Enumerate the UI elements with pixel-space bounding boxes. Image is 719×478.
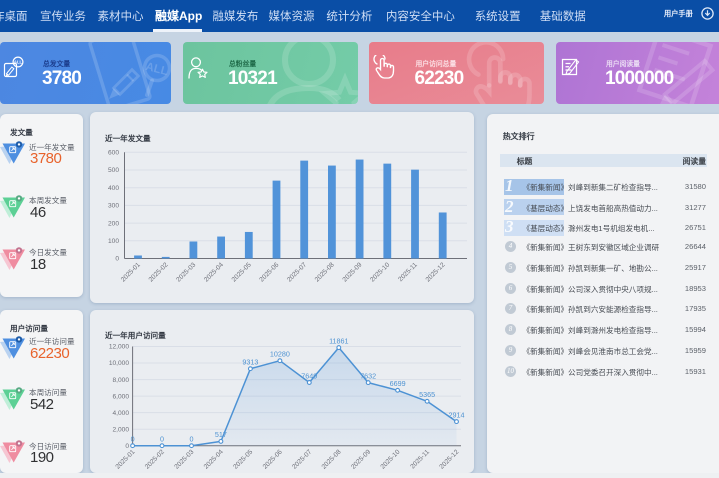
svg-text:2025-01: 2025-01 [114, 448, 136, 470]
svg-text:2025-06: 2025-06 [262, 448, 284, 470]
svg-text:2025-03: 2025-03 [175, 261, 197, 283]
svg-text:2025-08: 2025-08 [314, 261, 336, 283]
svg-text:0: 0 [190, 435, 194, 444]
svg-text:400: 400 [108, 185, 119, 192]
svg-text:2,000: 2,000 [112, 426, 129, 433]
svg-text:2025-12: 2025-12 [438, 448, 460, 470]
svg-text:517: 517 [215, 430, 227, 439]
svg-text:2025-09: 2025-09 [350, 448, 372, 470]
svg-text:11861: 11861 [329, 336, 348, 345]
svg-text:0: 0 [131, 435, 135, 444]
svg-text:500: 500 [108, 167, 119, 174]
svg-text:2025-10: 2025-10 [379, 448, 401, 470]
svg-text:2025-09: 2025-09 [341, 261, 363, 283]
svg-text:2025-11: 2025-11 [397, 261, 419, 283]
svg-text:300: 300 [108, 203, 119, 210]
svg-text:2025-04: 2025-04 [203, 448, 225, 470]
svg-text:2025-11: 2025-11 [409, 448, 431, 470]
svg-text:0: 0 [115, 256, 119, 263]
svg-text:12,000: 12,000 [109, 344, 130, 351]
svg-text:6,000: 6,000 [112, 393, 129, 400]
svg-text:2025-12: 2025-12 [425, 261, 447, 283]
svg-text:2025-10: 2025-10 [369, 261, 391, 283]
svg-text:10280: 10280 [270, 350, 290, 359]
svg-text:2025-04: 2025-04 [203, 261, 225, 283]
svg-text:0: 0 [160, 435, 164, 444]
svg-text:0: 0 [125, 443, 129, 450]
svg-text:2914: 2914 [449, 410, 465, 419]
svg-text:2025-07: 2025-07 [291, 448, 313, 470]
svg-text:9313: 9313 [242, 358, 258, 367]
svg-text:2025-02: 2025-02 [144, 448, 166, 470]
svg-text:100: 100 [108, 238, 119, 245]
svg-text:8,000: 8,000 [112, 377, 129, 384]
svg-text:2025-06: 2025-06 [258, 261, 280, 283]
svg-text:ALL: ALL [14, 59, 23, 64]
svg-text:200: 200 [108, 220, 119, 227]
svg-text:2025-01: 2025-01 [120, 261, 142, 283]
svg-text:6699: 6699 [390, 379, 406, 388]
svg-text:2025-05: 2025-05 [232, 448, 254, 470]
svg-text:10,000: 10,000 [109, 360, 130, 367]
svg-text:600: 600 [108, 150, 119, 157]
svg-text:2025-03: 2025-03 [173, 448, 195, 470]
svg-text:2025-02: 2025-02 [148, 261, 170, 283]
svg-text:2025-05: 2025-05 [231, 261, 253, 283]
svg-text:4,000: 4,000 [112, 410, 129, 417]
svg-text:2025-07: 2025-07 [286, 261, 308, 283]
svg-text:7649: 7649 [301, 371, 317, 380]
svg-text:5365: 5365 [419, 390, 435, 399]
svg-text:2025-08: 2025-08 [321, 448, 343, 470]
svg-text:7632: 7632 [360, 371, 376, 380]
